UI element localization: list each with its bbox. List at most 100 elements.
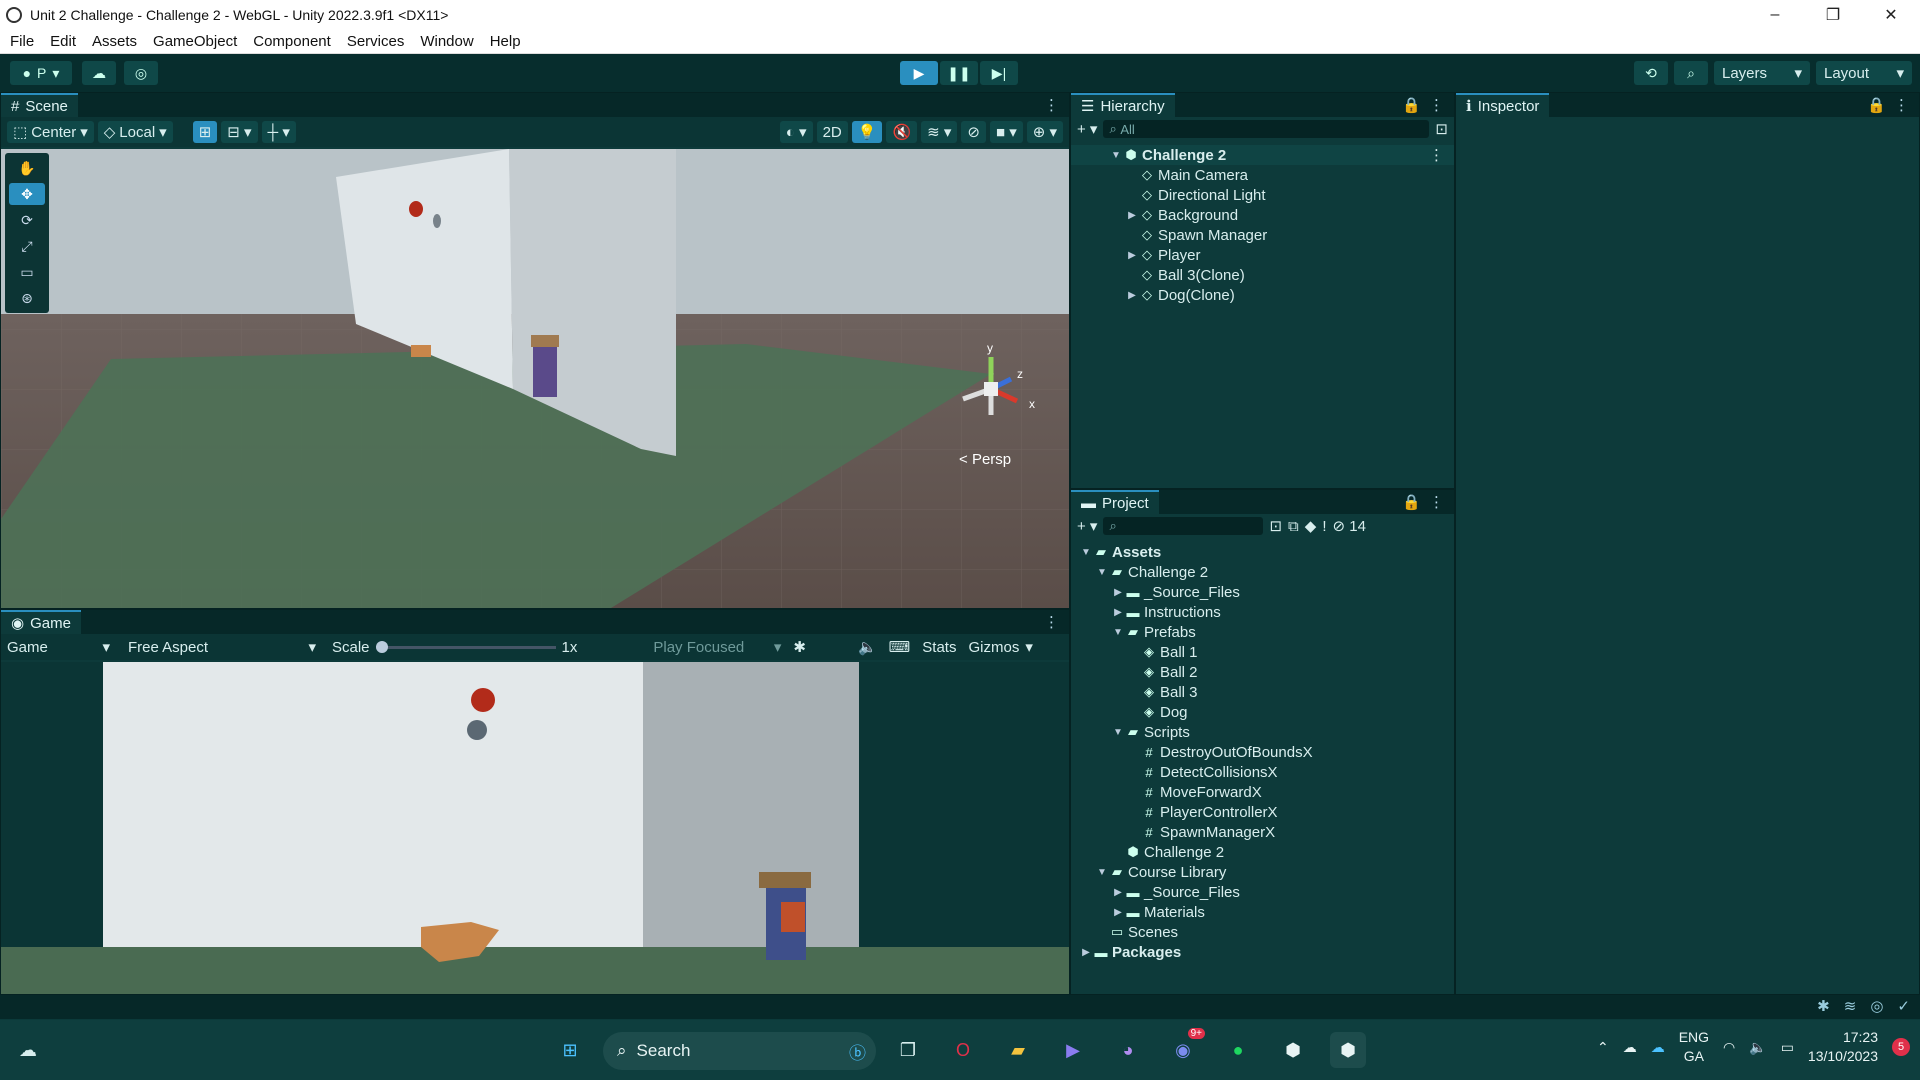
menu-help[interactable]: Help — [482, 33, 529, 50]
hierarchy-item[interactable]: ▶ ◇ Background — [1071, 205, 1454, 225]
pivot-dropdown[interactable]: ⬚ Center ▾ — [7, 121, 94, 143]
project-item[interactable]: # PlayerControllerX — [1071, 802, 1454, 822]
search-options-icon[interactable]: ⊡ — [1435, 120, 1448, 138]
project-item[interactable]: ◈ Ball 1 — [1071, 642, 1454, 662]
visibility-toggle[interactable]: ⊘ — [961, 121, 986, 143]
debug-icon[interactable]: ✱ — [1817, 997, 1830, 1015]
chevron-down-icon[interactable]: ▼ — [1079, 547, 1093, 558]
lock-icon[interactable]: 🔒 — [1402, 493, 1421, 511]
audio-toggle[interactable]: 🔇 — [886, 121, 918, 143]
layers-dropdown[interactable]: Layers ▾ — [1714, 61, 1810, 85]
project-item[interactable]: ▭ Scenes — [1071, 922, 1454, 942]
create-button[interactable]: + ▾ — [1077, 517, 1097, 535]
onedrive-icon[interactable]: ☁ — [1651, 1039, 1665, 1056]
chevron-down-icon[interactable]: ▼ — [1095, 867, 1109, 878]
language-indicator[interactable]: ENG GA — [1679, 1028, 1709, 1066]
chevron-down-icon[interactable]: ▼ — [1095, 567, 1109, 578]
pause-button[interactable]: ❚❚ — [940, 61, 978, 85]
taskbar-search[interactable]: ⌕ Search ⓑ — [603, 1032, 876, 1070]
project-item[interactable]: ▼ ▰ Prefabs — [1071, 622, 1454, 642]
chevron-right-icon[interactable]: ▶ — [1125, 210, 1139, 221]
hierarchy-item[interactable]: ▶ ◇ Dog(Clone) — [1071, 285, 1454, 305]
scale-tool[interactable]: ⤢ — [9, 235, 45, 257]
minimize-button[interactable]: – — [1746, 0, 1804, 29]
project-item[interactable]: ▼ ▰ Challenge 2 — [1071, 562, 1454, 582]
menu-component[interactable]: Component — [245, 33, 339, 50]
unity-hub-app[interactable]: ⬢ — [1275, 1032, 1311, 1068]
cache-icon[interactable]: ◎ — [1870, 997, 1883, 1015]
hand-tool[interactable]: ✋ — [9, 157, 45, 179]
space-dropdown[interactable]: ◇ Local ▾ — [97, 121, 173, 143]
project-item[interactable]: ◈ Ball 3 — [1071, 682, 1454, 702]
filter-type-icon[interactable]: ⧉ — [1288, 518, 1299, 535]
chevron-right-icon[interactable]: ▶ — [1111, 887, 1125, 898]
hierarchy-item[interactable]: ◇ Main Camera — [1071, 165, 1454, 185]
lock-icon[interactable]: 🔒 — [1867, 96, 1886, 114]
label-icon[interactable]: ◆ — [1305, 517, 1317, 535]
play-button[interactable]: ▶ — [900, 61, 938, 85]
bug-button[interactable]: ✱ — [787, 638, 812, 656]
lighting-toggle[interactable]: 💡 — [851, 121, 883, 143]
warning-icon[interactable]: ! — [1322, 518, 1326, 535]
search-options-icon[interactable]: ⊡ — [1269, 517, 1282, 535]
project-item[interactable]: ▶ ▬ Materials — [1071, 902, 1454, 922]
collab-button[interactable]: ◎ — [124, 61, 158, 85]
chevron-right-icon[interactable]: ▶ — [1125, 290, 1139, 301]
stack-icon[interactable]: ≋ — [1844, 997, 1857, 1015]
menu-file[interactable]: File — [2, 33, 42, 50]
chevron-right-icon[interactable]: ▶ — [1111, 607, 1125, 618]
step-button[interactable]: ▶| — [980, 61, 1018, 85]
aspect-dropdown[interactable]: Free Aspect ▾ — [122, 638, 322, 657]
menu-gameobject[interactable]: GameObject — [145, 33, 245, 50]
restore-button[interactable]: ❐ — [1804, 0, 1862, 29]
stats-button[interactable]: Stats — [916, 639, 962, 656]
project-item[interactable]: ⬢ Challenge 2 — [1071, 842, 1454, 862]
start-button[interactable]: ⊞ — [552, 1032, 588, 1068]
more-options-icon[interactable]: ⋮ — [1894, 96, 1909, 114]
scale-slider-handle[interactable] — [375, 640, 388, 653]
clipchamp-app[interactable]: ▶ — [1055, 1032, 1091, 1068]
cloud-off-icon[interactable]: ☁ — [1623, 1039, 1637, 1056]
project-item[interactable]: ▼ ▰ Assets — [1071, 542, 1454, 562]
github-app[interactable]: ◕ — [1110, 1032, 1146, 1068]
hierarchy-item[interactable]: ◇ Spawn Manager — [1071, 225, 1454, 245]
mute-button[interactable]: 🔈 — [852, 638, 883, 656]
project-item[interactable]: ◈ Dog — [1071, 702, 1454, 722]
hierarchy-search-input[interactable]: ⌕ All — [1103, 120, 1430, 138]
more-options-icon[interactable]: ⋮ — [1429, 96, 1444, 114]
gizmos-dropdown[interactable]: ⊕ ▾ — [1026, 121, 1063, 143]
close-button[interactable]: ✕ — [1862, 0, 1920, 29]
tab-inspector[interactable]: ℹ Inspector — [1456, 93, 1550, 117]
scene-viewport[interactable]: · ✋ ✥ ⟳ ⤢ ▭ ⊛ y z x < Persp — [1, 149, 1069, 608]
project-item[interactable]: ◈ Ball 2 — [1071, 662, 1454, 682]
chevron-right-icon[interactable]: ▶ — [1079, 947, 1093, 958]
tab-project[interactable]: ▬ Project — [1071, 490, 1159, 514]
camera-dropdown[interactable]: ■ ▾ — [989, 121, 1023, 143]
toggle-2d-button[interactable]: 2D — [816, 121, 848, 143]
wifi-icon[interactable]: ◠ — [1723, 1039, 1735, 1056]
effects-dropdown[interactable]: ≋ ▾ — [921, 121, 958, 143]
project-item[interactable]: # MoveForwardX — [1071, 782, 1454, 802]
menu-edit[interactable]: Edit — [42, 33, 84, 50]
chevron-up-icon[interactable]: ⌃ — [1597, 1039, 1609, 1056]
hierarchy-item[interactable]: ◇ Ball 3(Clone) — [1071, 265, 1454, 285]
history-button[interactable]: ⟲ — [1634, 61, 1668, 85]
project-item[interactable]: ▼ ▰ Scripts — [1071, 722, 1454, 742]
menu-window[interactable]: Window — [412, 33, 481, 50]
file-explorer-app[interactable]: ▰ — [1000, 1032, 1036, 1068]
chevron-right-icon[interactable]: ▶ — [1111, 587, 1125, 598]
hierarchy-item[interactable]: ◇ Directional Light — [1071, 185, 1454, 205]
spotify-app[interactable]: ● — [1220, 1032, 1256, 1068]
gizmos-button[interactable]: Gizmos ▾ — [962, 638, 1038, 657]
project-item[interactable]: ▶ ▬ _Source_Files — [1071, 882, 1454, 902]
project-item[interactable]: # DetectCollisionsX — [1071, 762, 1454, 782]
keyboard-button[interactable]: ⌨ — [883, 638, 917, 656]
notification-badge[interactable]: 5 — [1892, 1038, 1910, 1056]
hierarchy-item[interactable]: ▶ ◇ Player — [1071, 245, 1454, 265]
opera-app[interactable]: O — [945, 1032, 981, 1068]
move-tool[interactable]: ✥ — [9, 183, 45, 205]
tab-hierarchy[interactable]: ☰ Hierarchy — [1071, 93, 1175, 117]
project-item[interactable]: ▼ ▰ Course Library — [1071, 862, 1454, 882]
project-item[interactable]: ▶ ▬ _Source_Files — [1071, 582, 1454, 602]
hidden-packages-toggle[interactable]: ⊘ 14 — [1332, 517, 1365, 535]
